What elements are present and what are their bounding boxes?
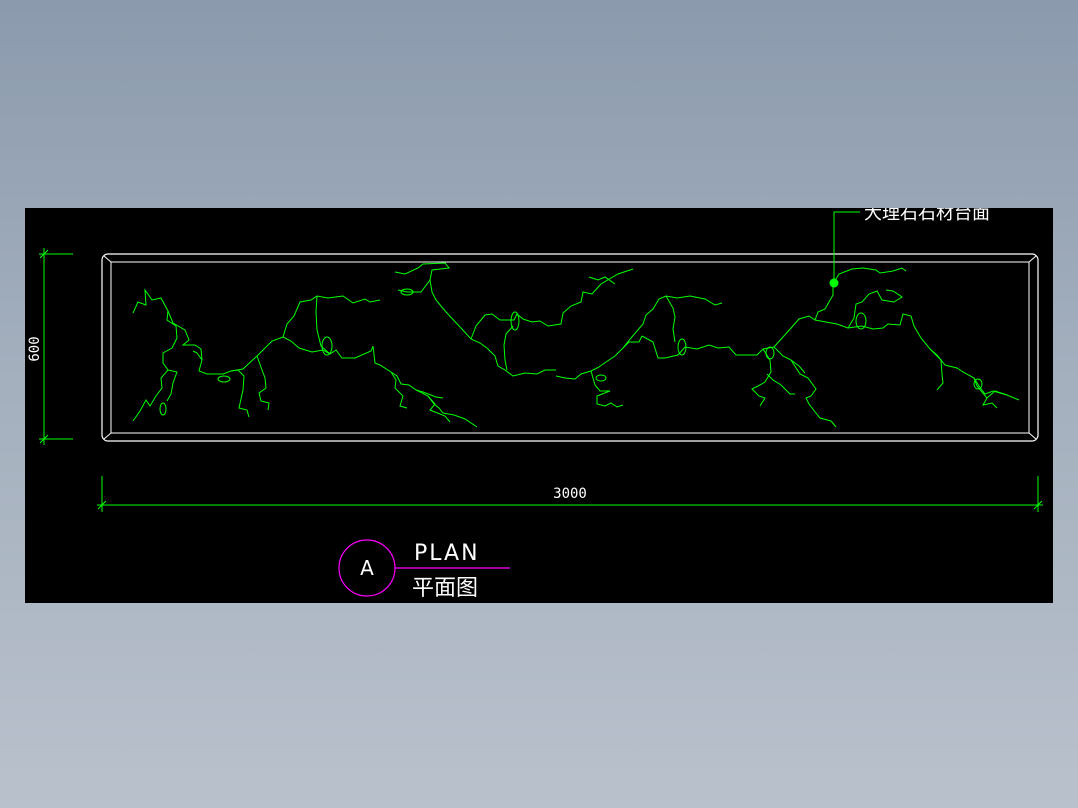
vein-17 <box>555 295 723 380</box>
callout-label: 大理石石材台面 <box>864 208 990 224</box>
vein-20 <box>641 267 907 359</box>
vein-30 <box>766 373 795 395</box>
title-cn: 平面图 <box>412 576 478 601</box>
marble-inclusions <box>159 288 983 416</box>
dimension-width-label: 3000 <box>553 486 587 502</box>
vein-5 <box>230 336 478 428</box>
vein-7 <box>282 295 381 338</box>
countertop-inner-outline <box>110 261 1030 434</box>
vein-6 <box>256 355 270 411</box>
vein-15 <box>503 325 514 371</box>
title-en: PLAN <box>414 541 480 566</box>
countertop-outer-outline <box>101 253 1039 442</box>
dimension-height <box>39 248 73 445</box>
vein-27 <box>929 348 944 391</box>
plan-drawing: 600 3000 大理石石材台面 A PLAN 平面图 <box>27 208 1043 601</box>
vein-9 <box>390 371 408 409</box>
vein-22 <box>751 348 772 407</box>
callout-dot <box>829 278 839 288</box>
vein-13 <box>429 279 556 377</box>
vein-8 <box>315 295 331 355</box>
vein-4 <box>192 350 203 361</box>
vein-21 <box>665 295 676 343</box>
vein-18 <box>590 370 624 408</box>
vein-11 <box>427 395 451 423</box>
vein-19 <box>622 335 643 349</box>
vein-1 <box>132 288 250 418</box>
cad-drawing-area[interactable]: 600 3000 大理石石材台面 A PLAN 平面图 <box>25 208 1053 603</box>
dimension-height-label: 600 <box>27 336 43 361</box>
vein-10 <box>415 389 444 399</box>
vein-12 <box>394 262 450 293</box>
title-marker-letter: A <box>360 556 374 580</box>
vein-28 <box>973 377 998 409</box>
vein-2 <box>132 310 178 422</box>
vein-3 <box>166 369 178 402</box>
callout-leader <box>833 211 860 283</box>
countertop-corner-bevels <box>103 255 1037 440</box>
vein-25 <box>814 313 1020 401</box>
marble-veins <box>132 262 1020 428</box>
